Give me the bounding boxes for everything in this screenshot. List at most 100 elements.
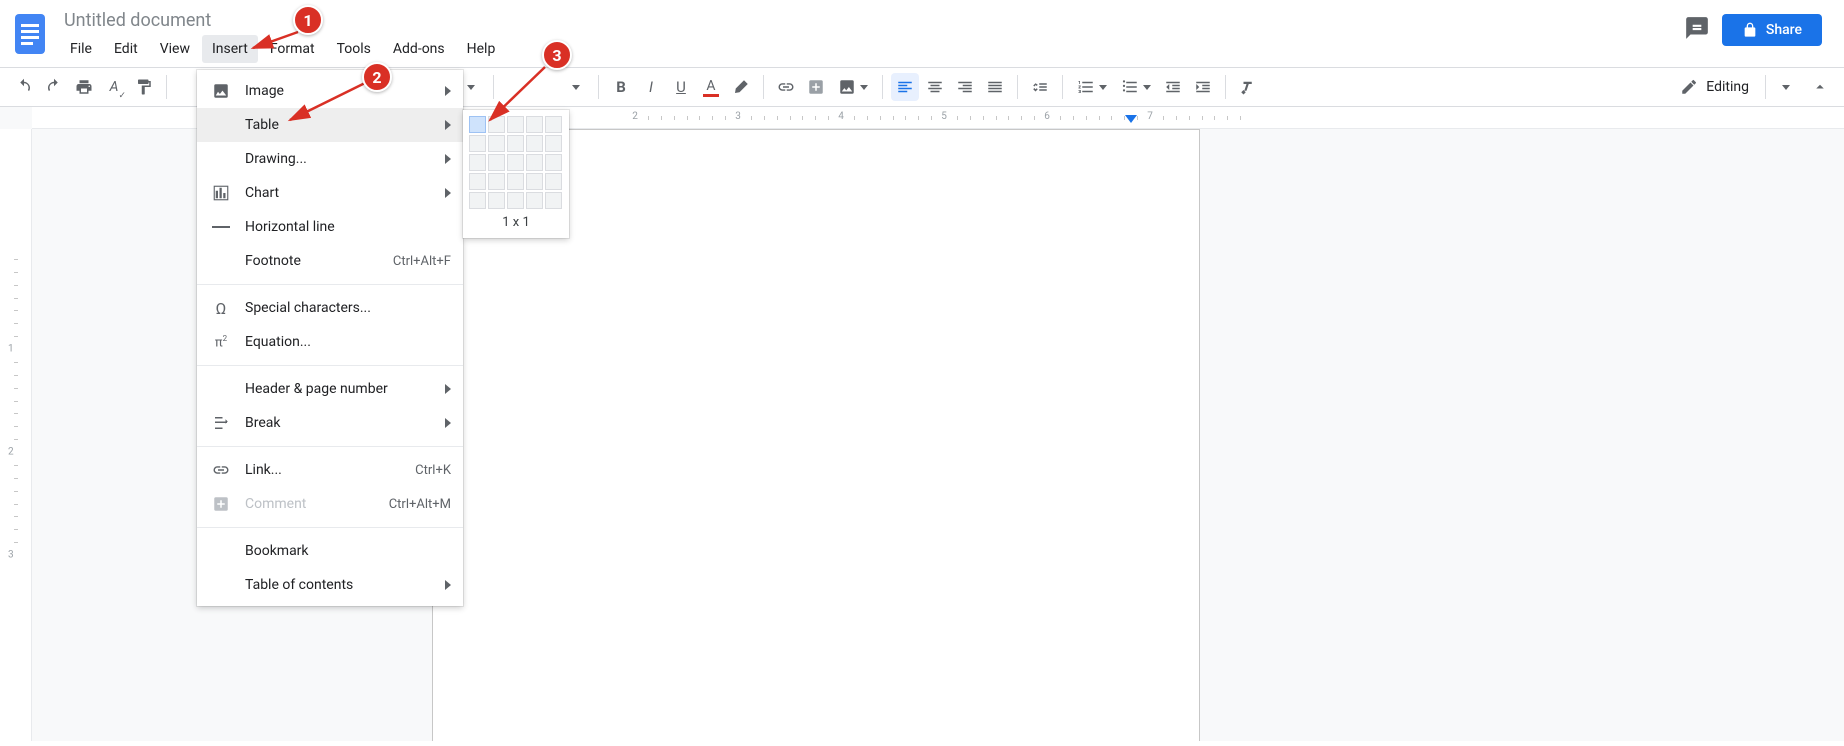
table-picker-cell[interactable] xyxy=(545,192,562,209)
table-picker-cell[interactable] xyxy=(469,192,486,209)
editing-mode-button[interactable]: Editing xyxy=(1670,74,1759,100)
add-comment-icon[interactable] xyxy=(802,73,830,101)
align-justify-icon[interactable] xyxy=(981,73,1009,101)
vruler-tick-label: 3 xyxy=(8,550,14,561)
menu-addons[interactable]: Add-ons xyxy=(383,35,455,63)
insert-menu-table[interactable]: Table xyxy=(197,108,463,142)
table-picker-cell[interactable] xyxy=(488,173,505,190)
annotation-callout-3: 3 xyxy=(542,40,572,70)
insert-menu-link[interactable]: Link...Ctrl+K xyxy=(197,453,463,487)
numbered-list-icon[interactable] xyxy=(1071,73,1113,101)
line-spacing-icon[interactable] xyxy=(1026,73,1054,101)
table-picker-cell[interactable] xyxy=(488,116,505,133)
table-picker-cell[interactable] xyxy=(526,173,543,190)
table-picker-cell[interactable] xyxy=(488,135,505,152)
table-picker-cell[interactable] xyxy=(507,135,524,152)
indent-decrease-icon[interactable] xyxy=(1159,73,1187,101)
insert-menu-table-of-contents[interactable]: Table of contents xyxy=(197,568,463,602)
open-comments-icon[interactable] xyxy=(1684,15,1710,45)
paint-format-icon[interactable] xyxy=(130,73,158,101)
ruler-tick-label: 7 xyxy=(1147,111,1153,122)
menu-item-label: Chart xyxy=(245,185,431,201)
menu-separator xyxy=(197,284,463,285)
table-picker-cell[interactable] xyxy=(545,135,562,152)
insert-menu-drawing[interactable]: Drawing... xyxy=(197,142,463,176)
table-picker-cell[interactable] xyxy=(507,116,524,133)
equation-icon: π2 xyxy=(211,334,231,350)
insert-menu-bookmark[interactable]: Bookmark xyxy=(197,534,463,568)
table-picker-cell[interactable] xyxy=(488,192,505,209)
share-button[interactable]: Share xyxy=(1722,14,1822,46)
highlight-icon[interactable] xyxy=(727,73,755,101)
insert-menu-special-characters[interactable]: ΩSpecial characters... xyxy=(197,291,463,325)
indent-increase-icon[interactable] xyxy=(1189,73,1217,101)
editing-mode-dropdown-icon[interactable] xyxy=(1772,73,1800,101)
insert-menu-equation[interactable]: π2 Equation... xyxy=(197,325,463,359)
table-picker-cell[interactable] xyxy=(526,116,543,133)
docs-logo-icon[interactable] xyxy=(12,10,48,58)
insert-menu-horizontal-line[interactable]: Horizontal line xyxy=(197,210,463,244)
menu-file[interactable]: File xyxy=(60,35,102,63)
collapse-toolbar-icon[interactable] xyxy=(1806,73,1834,101)
submenu-arrow-icon xyxy=(445,384,451,394)
table-picker-cell[interactable] xyxy=(545,173,562,190)
menu-tools[interactable]: Tools xyxy=(327,35,381,63)
table-picker-cell[interactable] xyxy=(507,192,524,209)
menu-separator xyxy=(197,527,463,528)
underline-icon[interactable]: U xyxy=(667,73,695,101)
table-picker-cell[interactable] xyxy=(469,173,486,190)
bulleted-list-icon[interactable] xyxy=(1115,73,1157,101)
table-picker-cell[interactable] xyxy=(545,154,562,171)
align-left-icon[interactable] xyxy=(891,73,919,101)
table-size-caption: 1 x 1 xyxy=(469,215,563,230)
spellcheck-icon[interactable]: A✓ xyxy=(100,73,128,101)
separator xyxy=(763,75,764,99)
insert-image-icon[interactable] xyxy=(832,73,874,101)
print-icon[interactable] xyxy=(70,73,98,101)
menu-format[interactable]: Format xyxy=(260,35,325,63)
special-characters-icon: Ω xyxy=(211,299,231,318)
menu-edit[interactable]: Edit xyxy=(104,35,148,63)
menu-help[interactable]: Help xyxy=(457,35,506,63)
table-picker-cell[interactable] xyxy=(526,135,543,152)
table-picker-cell[interactable] xyxy=(526,192,543,209)
font-size-dropdown-caret-icon[interactable] xyxy=(562,73,590,101)
table-picker-cell[interactable] xyxy=(469,154,486,171)
vruler-tick-label: 1 xyxy=(8,344,14,355)
submenu-arrow-icon xyxy=(445,418,451,428)
table-picker-cell[interactable] xyxy=(469,116,486,133)
insert-menu-image[interactable]: Image xyxy=(197,74,463,108)
table-picker-cell[interactable] xyxy=(526,154,543,171)
insert-menu-header-page-number[interactable]: Header & page number xyxy=(197,372,463,406)
undo-icon[interactable] xyxy=(10,73,38,101)
ruler-tick-label: 3 xyxy=(735,111,741,122)
insert-menu-break[interactable]: Break xyxy=(197,406,463,440)
image-icon xyxy=(211,82,231,100)
menu-item-label: Header & page number xyxy=(245,381,431,397)
table-picker-cell[interactable] xyxy=(469,135,486,152)
menu-insert[interactable]: Insert xyxy=(202,35,258,63)
menu-shortcut: Ctrl+K xyxy=(415,463,451,478)
align-right-icon[interactable] xyxy=(951,73,979,101)
table-picker-cell[interactable] xyxy=(507,154,524,171)
text-color-icon[interactable]: A xyxy=(697,73,725,101)
menu-item-label: Footnote xyxy=(245,253,379,269)
insert-menu-footnote[interactable]: FootnoteCtrl+Alt+F xyxy=(197,244,463,278)
bold-icon[interactable]: B xyxy=(607,73,635,101)
clear-formatting-icon[interactable] xyxy=(1234,73,1262,101)
italic-icon[interactable]: I xyxy=(637,73,665,101)
insert-menu-chart[interactable]: Chart xyxy=(197,176,463,210)
insert-link-icon[interactable] xyxy=(772,73,800,101)
vertical-ruler[interactable]: 123 xyxy=(0,129,32,741)
menu-item-label: Break xyxy=(245,415,431,431)
menu-view[interactable]: View xyxy=(150,35,200,63)
table-picker-cell[interactable] xyxy=(488,154,505,171)
table-picker-cell[interactable] xyxy=(507,173,524,190)
table-picker-cell[interactable] xyxy=(545,116,562,133)
redo-icon[interactable] xyxy=(40,73,68,101)
align-center-icon[interactable] xyxy=(921,73,949,101)
first-line-indent-marker[interactable] xyxy=(1125,115,1137,123)
ruler-tick-label: 6 xyxy=(1044,111,1050,122)
table-size-picker[interactable]: 1 x 1 xyxy=(463,110,569,238)
menu-item-label: Equation... xyxy=(245,334,451,350)
